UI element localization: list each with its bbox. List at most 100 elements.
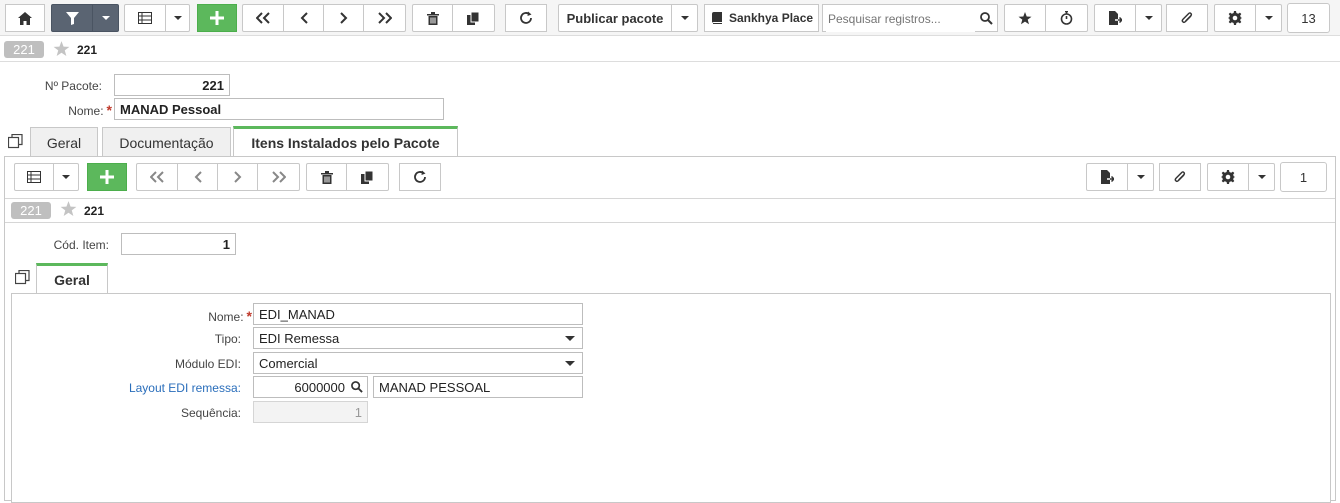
duplicate-button[interactable] — [453, 4, 495, 32]
delete-button[interactable] — [412, 4, 453, 32]
chevron-down-icon — [173, 16, 182, 20]
settings-button[interactable] — [1214, 4, 1256, 32]
refresh-icon — [520, 11, 532, 24]
chevron-down-icon — [62, 175, 70, 179]
grid-icon — [27, 171, 41, 183]
pacote-label: Nº Pacote: — [44, 79, 102, 93]
subtab-geral[interactable]: Geral — [36, 263, 108, 294]
record-count-badge: 13 — [1287, 3, 1330, 33]
filter-button[interactable] — [51, 4, 93, 32]
refresh-button[interactable] — [505, 4, 547, 32]
publish-package-button[interactable]: Publicar pacote — [558, 4, 672, 32]
detail-nome-field[interactable]: EDI_MANAD — [253, 303, 583, 325]
nome-field[interactable]: MANAD Pessoal — [114, 98, 444, 120]
publish-dropdown-button[interactable] — [672, 4, 698, 32]
last-record-button[interactable] — [364, 4, 406, 32]
record-header — [0, 37, 1340, 62]
add-button[interactable] — [197, 4, 237, 32]
export-button[interactable] — [1094, 4, 1136, 32]
sub-record-id-badge: 221 — [11, 202, 51, 219]
modulo-edi-select[interactable]: Comercial — [253, 352, 583, 374]
sub-duplicate-button[interactable] — [347, 163, 389, 191]
export-dropdown-button[interactable] — [1136, 4, 1162, 32]
chevron-right-icon — [339, 12, 347, 24]
first-record-button[interactable] — [242, 4, 284, 32]
sub-delete-button[interactable] — [306, 163, 347, 191]
gear-icon — [1221, 170, 1235, 184]
sub-page-title: 221 — [84, 204, 105, 218]
sub-first-record-button[interactable] — [136, 163, 178, 191]
sub-header-divider-bottom — [5, 222, 1335, 223]
attach-button[interactable] — [1166, 4, 1208, 32]
sub-grid-view-button[interactable] — [14, 163, 54, 191]
detail-nome-label: Nome: * — [208, 308, 252, 324]
book-icon — [712, 12, 722, 24]
tipo-select[interactable]: EDI Remessa — [253, 327, 583, 349]
view-button-group — [124, 4, 190, 32]
layout-edi-description-field[interactable]: MANAD PESSOAL — [373, 376, 583, 398]
chevron-right-icon — [233, 171, 241, 183]
sub-last-record-button[interactable] — [258, 163, 300, 191]
grid-view-button[interactable] — [124, 4, 166, 32]
search-icon[interactable] — [351, 381, 363, 393]
required-marker: * — [106, 102, 112, 118]
search-input[interactable] — [826, 6, 975, 32]
settings-dropdown-button[interactable] — [1256, 4, 1282, 32]
previous-record-button[interactable] — [284, 4, 324, 32]
chevron-down-icon — [1257, 175, 1266, 179]
chevron-down-icon — [1136, 175, 1145, 179]
sequencia-label: Sequência: — [180, 406, 241, 420]
cod-item-field[interactable]: 1 — [121, 233, 236, 255]
home-button[interactable] — [5, 4, 45, 32]
timer-button[interactable] — [1046, 4, 1088, 32]
edit-button-group — [412, 4, 495, 32]
export-button-group — [1094, 4, 1162, 32]
next-record-button[interactable] — [324, 4, 364, 32]
chevron-down-icon — [565, 336, 575, 341]
sub-settings-dropdown-button[interactable] — [1249, 163, 1275, 191]
star-icon — [1018, 11, 1032, 24]
sub-export-dropdown-button[interactable] — [1128, 163, 1154, 191]
search-icon[interactable] — [980, 12, 993, 25]
double-chevron-left-icon — [256, 12, 270, 24]
sub-export-button[interactable] — [1086, 163, 1128, 191]
favorite-button[interactable] — [1004, 4, 1046, 32]
chevron-down-icon — [680, 16, 689, 20]
tab-geral[interactable]: Geral — [30, 127, 98, 157]
tab-documentacao[interactable]: Documentação — [102, 127, 231, 157]
layout-edi-code-field[interactable]: 6000000 — [253, 376, 368, 398]
star-outline-icon[interactable] — [53, 41, 70, 57]
plus-icon — [210, 11, 224, 25]
trash-icon — [426, 11, 439, 25]
double-chevron-left-icon — [150, 171, 164, 183]
copy-icon — [467, 11, 480, 25]
file-export-icon — [1100, 170, 1114, 184]
sankhya-place-button[interactable]: Sankhya Place — [704, 4, 819, 32]
sub-attach-button[interactable] — [1159, 163, 1201, 191]
pacote-number-field[interactable]: 221 — [114, 74, 230, 96]
sub-settings-button-group — [1207, 163, 1275, 191]
record-id-badge: 221 — [4, 41, 44, 58]
sub-header-divider-top — [5, 198, 1335, 199]
clone-tabs-icon[interactable] — [8, 134, 23, 149]
gear-icon — [1228, 11, 1242, 25]
search-box[interactable] — [822, 4, 998, 32]
sub-previous-record-button[interactable] — [178, 163, 218, 191]
subtab-content-panel — [11, 293, 1331, 503]
home-icon — [18, 11, 32, 25]
sub-settings-button[interactable] — [1207, 163, 1249, 191]
chevron-down-icon — [101, 16, 110, 20]
sub-add-button[interactable] — [87, 163, 127, 191]
double-chevron-right-icon — [377, 12, 392, 24]
sub-next-record-button[interactable] — [218, 163, 258, 191]
view-dropdown-button[interactable] — [166, 4, 190, 32]
star-outline-icon[interactable] — [60, 201, 77, 217]
filter-dropdown-button[interactable] — [93, 4, 119, 32]
sub-view-dropdown-button[interactable] — [54, 163, 79, 191]
tab-itens-instalados[interactable]: Itens Instalados pelo Pacote — [233, 126, 458, 157]
clone-tabs-icon[interactable] — [15, 270, 30, 285]
sub-navigation-button-group — [136, 163, 300, 191]
sub-refresh-button[interactable] — [399, 163, 441, 191]
cod-item-label: Cód. Item: — [53, 238, 109, 252]
layout-edi-label[interactable]: Layout EDI remessa: — [100, 381, 241, 395]
